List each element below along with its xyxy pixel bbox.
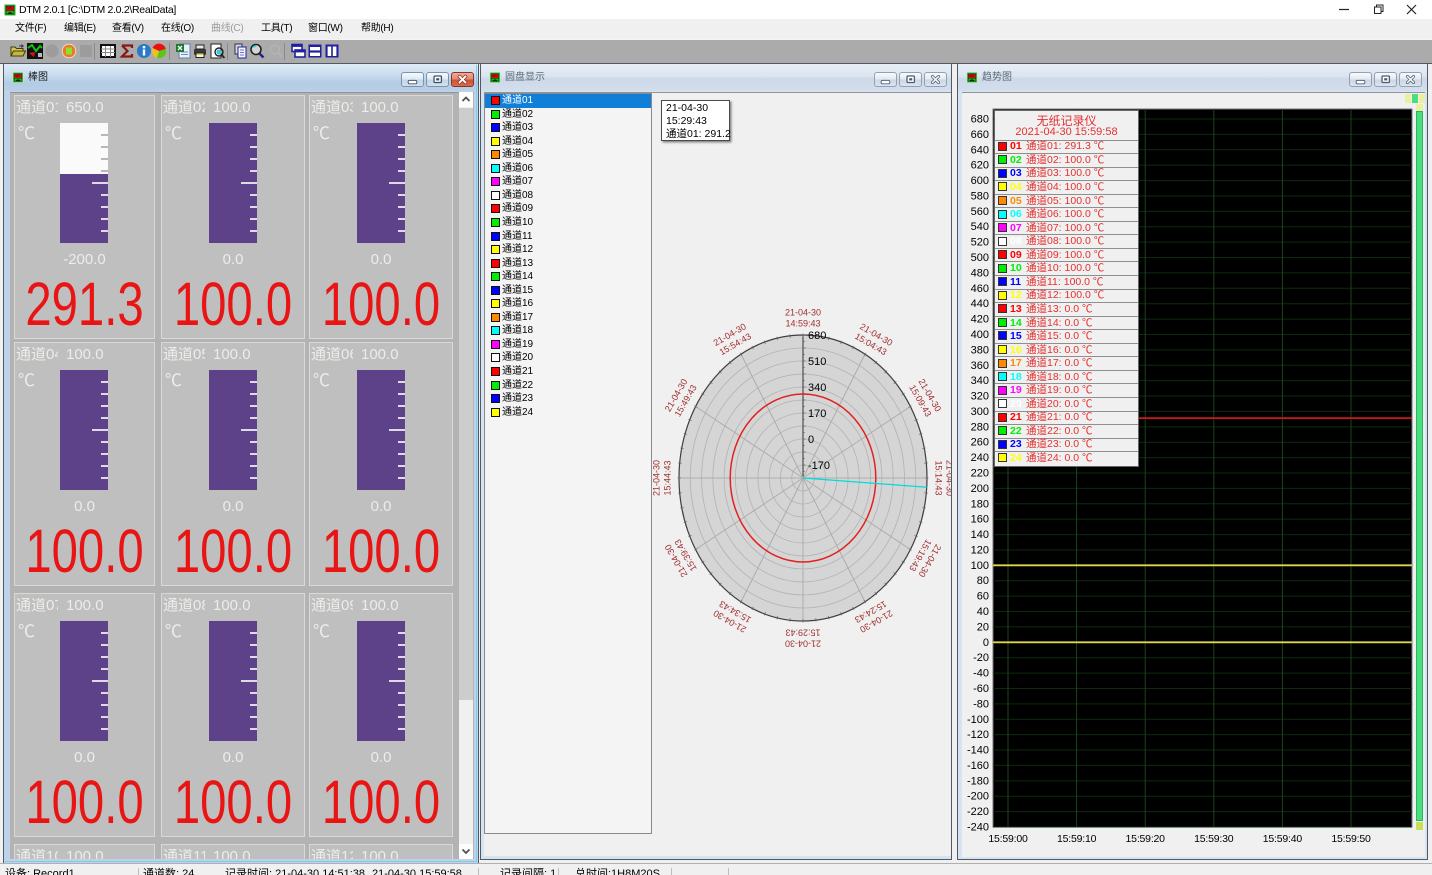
svg-text:15:29:43: 15:29:43	[785, 628, 820, 638]
svg-text:140: 140	[971, 529, 989, 541]
svg-text:180: 180	[971, 498, 989, 510]
svg-text:640: 640	[971, 144, 989, 156]
svg-text:15:59:10: 15:59:10	[1057, 833, 1097, 845]
svg-text:400: 400	[971, 329, 989, 341]
svg-text:520: 520	[971, 237, 989, 249]
svg-text:220: 220	[971, 468, 989, 480]
svg-text:380: 380	[971, 344, 989, 356]
svg-text:600: 600	[971, 175, 989, 187]
svg-text:60: 60	[977, 591, 989, 603]
svg-text:160: 160	[971, 514, 989, 526]
svg-text:40: 40	[977, 606, 989, 618]
svg-text:440: 440	[971, 298, 989, 310]
svg-text:320: 320	[971, 391, 989, 403]
svg-text:15:59:40: 15:59:40	[1263, 833, 1303, 845]
svg-text:15:59:00: 15:59:00	[988, 833, 1028, 845]
svg-text:15:44:43: 15:44:43	[663, 460, 673, 495]
svg-text:360: 360	[971, 360, 989, 372]
svg-text:200: 200	[971, 483, 989, 495]
svg-text:480: 480	[971, 267, 989, 279]
svg-text:460: 460	[971, 283, 989, 295]
svg-text:-120: -120	[967, 729, 989, 741]
svg-text:680: 680	[808, 330, 826, 342]
svg-text:-140: -140	[967, 745, 989, 757]
svg-text:420: 420	[971, 314, 989, 326]
svg-text:170: 170	[808, 408, 826, 420]
svg-text:-20: -20	[973, 652, 989, 664]
svg-text:14:59:43: 14:59:43	[785, 319, 820, 329]
svg-text:560: 560	[971, 206, 989, 218]
svg-text:-240: -240	[967, 822, 989, 834]
svg-text:660: 660	[971, 129, 989, 141]
svg-text:260: 260	[971, 437, 989, 449]
svg-text:340: 340	[808, 382, 826, 394]
svg-text:300: 300	[971, 406, 989, 418]
svg-text:-60: -60	[973, 683, 989, 695]
svg-text:15:59:30: 15:59:30	[1194, 833, 1234, 845]
svg-text:540: 540	[971, 221, 989, 233]
svg-text:21-04-30: 21-04-30	[652, 460, 662, 496]
svg-text:620: 620	[971, 160, 989, 172]
svg-text:-100: -100	[967, 714, 989, 726]
svg-text:120: 120	[971, 545, 989, 557]
svg-text:-40: -40	[973, 668, 989, 680]
svg-text:21-04-30: 21-04-30	[945, 460, 952, 496]
svg-text:21-04-30: 21-04-30	[785, 308, 821, 318]
svg-text:580: 580	[971, 191, 989, 203]
svg-text:0: 0	[983, 637, 989, 649]
svg-text:100: 100	[971, 560, 989, 572]
svg-text:15:14:43: 15:14:43	[934, 460, 944, 495]
svg-text:-80: -80	[973, 698, 989, 710]
svg-text:280: 280	[971, 421, 989, 433]
svg-text:-180: -180	[967, 775, 989, 787]
svg-text:-160: -160	[967, 760, 989, 772]
svg-text:240: 240	[971, 452, 989, 464]
svg-text:680: 680	[971, 114, 989, 126]
svg-text:510: 510	[808, 356, 826, 368]
svg-text:-220: -220	[967, 806, 989, 818]
svg-text:500: 500	[971, 252, 989, 264]
svg-text:-170: -170	[808, 460, 830, 472]
svg-text:15:59:50: 15:59:50	[1331, 833, 1371, 845]
svg-text:80: 80	[977, 575, 989, 587]
svg-text:340: 340	[971, 375, 989, 387]
svg-text:21-04-30: 21-04-30	[785, 639, 821, 649]
svg-text:0: 0	[808, 434, 814, 446]
svg-text:-200: -200	[967, 791, 989, 803]
svg-text:20: 20	[977, 621, 989, 633]
svg-text:15:59:20: 15:59:20	[1126, 833, 1166, 845]
